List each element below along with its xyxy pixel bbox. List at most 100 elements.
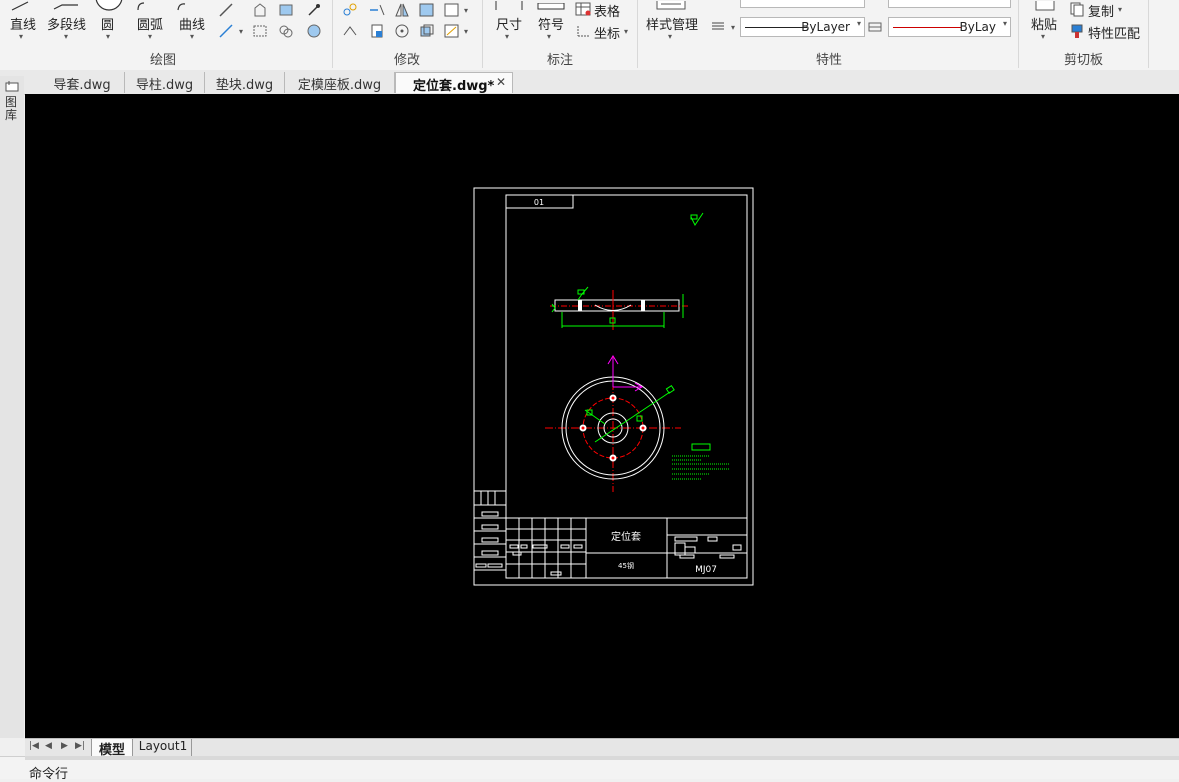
separator — [637, 0, 638, 68]
rotate-icon[interactable] — [393, 23, 411, 39]
trim-icon[interactable] — [368, 2, 386, 18]
separator — [1018, 0, 1019, 68]
mirror-icon[interactable] — [393, 2, 411, 18]
move-icon[interactable] — [341, 2, 359, 18]
circle-icon — [94, 0, 124, 12]
stretch-icon[interactable] — [341, 23, 359, 39]
coordinate-icon — [575, 24, 591, 38]
color-preview — [893, 27, 961, 28]
polyline-button[interactable]: 多段线 — [47, 14, 86, 33]
symbol-button[interactable]: 符号 — [538, 14, 564, 33]
paste-icon — [1032, 0, 1058, 11]
gradient-icon[interactable] — [277, 2, 295, 18]
svg-text:▾: ▾ — [464, 6, 468, 15]
array-icon[interactable]: ▾ — [443, 2, 473, 18]
svg-text:▾: ▾ — [239, 27, 243, 36]
paste-dropdown-arrow[interactable]: ▾ — [1041, 32, 1045, 41]
modify-group-label: 修改 — [394, 53, 421, 68]
doc-tab-label: 定位套.dwg* — [413, 79, 495, 94]
model-tab[interactable]: 模型 — [91, 739, 133, 758]
hatch-icon[interactable] — [251, 23, 269, 39]
chevron-down-icon: ▾ — [1002, 19, 1007, 28]
circle-button[interactable]: 圆 — [101, 14, 114, 33]
explode-icon[interactable]: ▾ — [443, 23, 473, 39]
polyline-dropdown-arrow[interactable]: ▾ — [64, 32, 68, 41]
style-manager-dropdown-arrow[interactable]: ▾ — [668, 32, 672, 41]
first-tab-icon[interactable]: |◀ — [29, 741, 39, 751]
doc-tab-label: 导柱.dwg — [135, 78, 194, 93]
line-button[interactable]: 直线 — [10, 14, 36, 33]
line-icon — [10, 0, 30, 11]
doc-tab-label: 定模座板.dwg — [297, 78, 382, 93]
dimension-dropdown-arrow[interactable]: ▾ — [505, 32, 509, 41]
table-button[interactable]: 表格 — [594, 1, 620, 20]
library-palette-strip[interactable]: 图库 — [0, 76, 24, 738]
layer-select-partial[interactable] — [740, 0, 865, 8]
construction-line-icon[interactable] — [217, 2, 235, 18]
color-select[interactable]: ByLay ▾ — [888, 17, 1011, 37]
doc-tab-active[interactable]: 定位套.dwg* ✕ — [395, 72, 513, 94]
layout1-tab[interactable]: Layout1 — [135, 739, 192, 756]
paste-button[interactable]: 粘贴 — [1031, 14, 1057, 33]
drawing-sheet: 01 定位套 45钢 MJ07 — [473, 187, 754, 586]
region-icon[interactable] — [277, 23, 295, 39]
linetype-select[interactable]: ByLayer ▾ — [740, 17, 865, 37]
separator — [482, 0, 483, 68]
arc-dropdown-arrow[interactable]: ▾ — [148, 32, 152, 41]
palette-icon — [5, 80, 19, 92]
circle-dropdown-arrow[interactable]: ▾ — [106, 32, 110, 41]
symbol-dropdown-arrow[interactable]: ▾ — [547, 32, 551, 41]
match-properties-icon — [1069, 23, 1085, 39]
svg-text:▾: ▾ — [731, 23, 735, 32]
line-dropdown-arrow[interactable]: ▾ — [19, 32, 23, 41]
polyline-icon — [52, 0, 80, 10]
style-manager-icon — [656, 0, 686, 10]
close-icon[interactable]: ✕ — [496, 75, 506, 89]
spline-button[interactable]: 曲线 — [179, 14, 205, 33]
clipboard-group-label: 剪切板 — [1064, 53, 1104, 68]
linetype-icon[interactable] — [867, 20, 885, 34]
ray-icon[interactable]: ▾ — [217, 23, 247, 39]
drawing-canvas[interactable]: 01 定位套 45钢 MJ07 — [25, 94, 1179, 738]
coordinate-dropdown-arrow[interactable]: ▾ — [624, 27, 628, 36]
color-select-partial[interactable] — [888, 0, 1011, 8]
doc-tab[interactable]: 定模座板.dwg — [285, 72, 395, 93]
style-manager-button[interactable]: 样式管理 — [646, 14, 698, 33]
ribbon: 直线 ▾ 多段线 ▾ 圆 ▾ 圆弧 ▾ 曲线 ▾ ▾ 绘图 ▾ ▾ 修改 尺寸 … — [0, 0, 1179, 71]
boundary-icon[interactable] — [305, 23, 323, 39]
doc-tab[interactable]: 垫块.dwg — [205, 72, 285, 93]
copy-dropdown-arrow[interactable]: ▾ — [1118, 5, 1122, 14]
prev-tab-icon[interactable]: ◀ — [45, 741, 52, 751]
polygon-icon[interactable] — [251, 2, 269, 18]
match-properties-button[interactable]: 特性匹配 — [1088, 23, 1140, 42]
spline-dropdown-arrow[interactable]: ▾ — [190, 32, 194, 41]
lineweight-icon[interactable]: ▾ — [710, 18, 738, 34]
doc-tab-label: 导套.dwg — [53, 78, 111, 93]
doc-tab[interactable]: 导套.dwg — [40, 72, 125, 93]
drawing-code-text: MJ07 — [695, 565, 717, 575]
horizontal-scrollbar[interactable] — [25, 756, 1179, 760]
next-tab-icon[interactable]: ▶ — [61, 741, 68, 751]
last-tab-icon[interactable]: ▶| — [75, 741, 85, 751]
color-value: ByLay — [959, 20, 996, 34]
part-name-text: 定位套 — [611, 530, 641, 543]
roughness-symbol — [690, 212, 704, 226]
chevron-down-icon: ▾ — [856, 19, 861, 28]
rectangle-select-icon[interactable] — [418, 2, 436, 18]
circular-view — [545, 355, 681, 492]
dimension-button[interactable]: 尺寸 — [496, 14, 522, 33]
copy-button[interactable]: 复制 — [1088, 1, 1114, 20]
arc-icon — [136, 0, 148, 11]
doc-tab-label: 垫块.dwg — [215, 78, 274, 93]
coordinate-button[interactable]: 坐标 — [594, 23, 620, 42]
document-tab-bar: 导套.dwg 导柱.dwg 垫块.dwg 定模座板.dwg 定位套.dwg* ✕ — [0, 70, 1179, 95]
offset-icon[interactable] — [418, 23, 436, 39]
section-view — [550, 286, 690, 330]
arc-button[interactable]: 圆弧 — [137, 14, 163, 33]
scale-icon[interactable] — [368, 23, 386, 39]
doc-tab[interactable]: 导柱.dwg — [125, 72, 205, 93]
svg-text:▾: ▾ — [464, 27, 468, 36]
point-icon[interactable] — [305, 2, 323, 18]
material-text: 45钢 — [618, 561, 634, 570]
separator — [332, 0, 333, 68]
